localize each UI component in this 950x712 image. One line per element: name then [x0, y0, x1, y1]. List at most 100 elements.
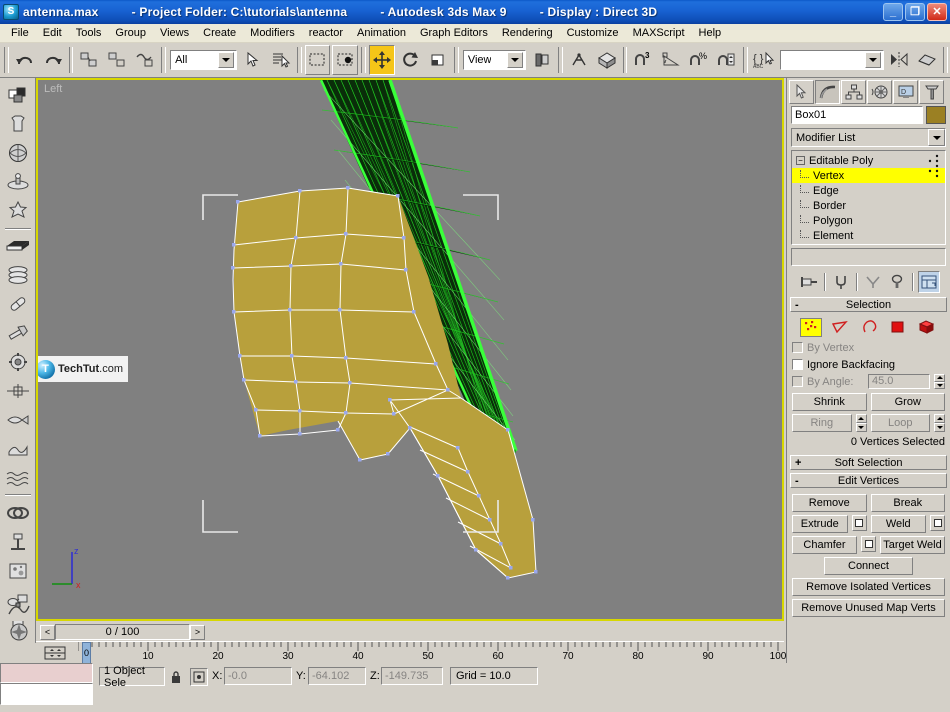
ring-button[interactable]: Ring [792, 414, 852, 432]
menu-rendering[interactable]: Rendering [495, 25, 560, 41]
remove-isolated-vertices-button[interactable]: Remove Isolated Vertices [792, 578, 945, 596]
loft-icon[interactable] [3, 261, 33, 290]
track-view-icon[interactable] [4, 622, 34, 642]
selection-rollout-header[interactable]: - Selection [790, 297, 947, 312]
loop-spinner[interactable] [934, 414, 945, 432]
pin-stack-icon[interactable] [797, 271, 820, 293]
select-and-uniform-scale-icon[interactable] [425, 45, 452, 75]
select-by-name-icon[interactable] [267, 45, 294, 75]
use-pivot-point-center-icon[interactable] [528, 45, 555, 75]
close-button[interactable]: ✕ [927, 3, 947, 21]
extrude-settings-button[interactable] [851, 515, 867, 531]
soft-selection-rollout-header[interactable]: + Soft Selection [790, 455, 947, 470]
viewport-canvas[interactable]: Left T TechTut .com z x [38, 80, 782, 619]
menu-file[interactable]: File [4, 25, 36, 41]
chevron-down-icon[interactable] [217, 52, 234, 68]
select-and-manipulate-icon[interactable] [565, 45, 592, 75]
key-mode-toggle-icon[interactable] [40, 643, 70, 663]
angle-snap-toggle-icon[interactable] [658, 45, 685, 75]
show-end-result-icon[interactable] [829, 271, 852, 293]
by-angle-row[interactable]: By Angle: 45.0 [792, 373, 945, 390]
tab-display[interactable]: D [893, 80, 918, 104]
helper-icon[interactable] [3, 527, 33, 556]
modifier-list-combo[interactable]: Modifier List [791, 128, 946, 147]
remove-modifier-icon[interactable] [885, 271, 908, 293]
chamfer-settings-button[interactable] [861, 536, 876, 552]
vertex-subobject-icon[interactable] [799, 317, 822, 337]
rectangular-selection-region-icon[interactable] [304, 45, 331, 75]
make-unique-icon[interactable] [861, 271, 884, 293]
ignore-backfacing-row[interactable]: Ignore Backfacing [792, 356, 945, 373]
extrude-button[interactable]: Extrude [792, 515, 848, 533]
undo-icon[interactable] [11, 45, 38, 75]
configure-modifier-sets-icon[interactable] [917, 271, 940, 293]
bind-space-warp-icon[interactable] [132, 45, 159, 75]
gear-icon[interactable] [3, 348, 33, 377]
time-slider-handle[interactable]: 0 [82, 642, 91, 664]
by-vertex-row[interactable]: By Vertex [792, 339, 945, 356]
named-selection-sets-icon[interactable]: { } ABC [750, 45, 777, 75]
select-object-icon[interactable] [239, 45, 266, 75]
biped-icon[interactable] [3, 197, 33, 226]
by-vertex-checkbox[interactable] [792, 342, 803, 353]
redo-icon[interactable] [39, 45, 66, 75]
tab-motion[interactable] [867, 80, 892, 104]
sphere-icon[interactable] [3, 139, 33, 168]
current-frame-field[interactable]: 0 / 100 [55, 624, 190, 640]
menu-views[interactable]: Views [153, 25, 196, 41]
selection-filter-combo[interactable]: All [170, 50, 237, 70]
capsule-icon[interactable] [3, 290, 33, 319]
stack-item-editable-poly[interactable]: − Editable Poly [792, 153, 945, 168]
chevron-down-icon[interactable] [928, 129, 945, 146]
percent-snap-toggle-icon[interactable]: % [686, 45, 713, 75]
snaps-toggle-icon[interactable]: 3 [630, 45, 657, 75]
ignore-backfacing-checkbox[interactable] [792, 359, 803, 370]
menu-group[interactable]: Group [108, 25, 153, 41]
tab-create[interactable] [789, 80, 814, 104]
align-icon[interactable] [914, 45, 941, 75]
cross-section-icon[interactable] [3, 377, 33, 406]
edge-subobject-icon[interactable] [829, 318, 851, 337]
prev-frame-button[interactable]: < [40, 624, 55, 640]
chamfer-button[interactable]: Chamfer [792, 536, 857, 554]
object-color-swatch[interactable] [926, 106, 946, 124]
unlink-selection-icon[interactable] [104, 45, 131, 75]
break-button[interactable]: Break [870, 494, 945, 512]
modifier-stack-list[interactable]: − Editable Poly Vertex Edge Border Polyg… [791, 150, 946, 245]
chevron-down-icon[interactable] [864, 52, 881, 68]
ring-spinner[interactable] [855, 414, 867, 432]
fish-icon[interactable] [3, 405, 33, 434]
menu-help[interactable]: Help [692, 25, 729, 41]
grow-button[interactable]: Grow [870, 393, 945, 411]
shrink-button[interactable]: Shrink [792, 393, 867, 411]
menu-animation[interactable]: Animation [350, 25, 413, 41]
menu-create[interactable]: Create [196, 25, 243, 41]
polygon-subobject-icon[interactable] [887, 318, 909, 337]
remove-button[interactable]: Remove [792, 494, 867, 512]
select-and-rotate-icon[interactable] [397, 45, 424, 75]
ripple-icon[interactable] [3, 463, 33, 492]
select-and-move-icon[interactable] [369, 45, 396, 75]
menu-edit[interactable]: Edit [36, 25, 69, 41]
maxscript-mini-listener[interactable] [0, 663, 93, 707]
by-angle-spinner[interactable] [934, 374, 945, 389]
connect-button[interactable]: Connect [824, 557, 913, 575]
y-coordinate-field[interactable]: -64.102 [308, 667, 366, 685]
menu-graph-editors[interactable]: Graph Editors [413, 25, 495, 41]
rollout-expander[interactable]: - [795, 299, 799, 311]
spinner-snap-toggle-icon[interactable] [714, 45, 741, 75]
edit-vertices-rollout-header[interactable]: - Edit Vertices [790, 473, 947, 488]
tab-modify[interactable] [815, 80, 840, 104]
object-name-field[interactable]: Box01 [791, 106, 923, 124]
reference-coordinate-combo[interactable]: View [462, 50, 526, 70]
menu-customize[interactable]: Customize [560, 25, 626, 41]
target-weld-button[interactable]: Target Weld [880, 536, 945, 554]
boxes-icon[interactable] [3, 81, 33, 110]
listener-input-field[interactable] [0, 683, 93, 705]
cloth-icon[interactable] [3, 110, 33, 139]
stack-item-border[interactable]: Border [792, 198, 945, 213]
minimize-button[interactable]: _ [883, 3, 903, 21]
chevron-down-icon[interactable] [506, 52, 523, 68]
menu-modifiers[interactable]: Modifiers [243, 25, 302, 41]
named-selection-combo[interactable] [779, 50, 884, 70]
